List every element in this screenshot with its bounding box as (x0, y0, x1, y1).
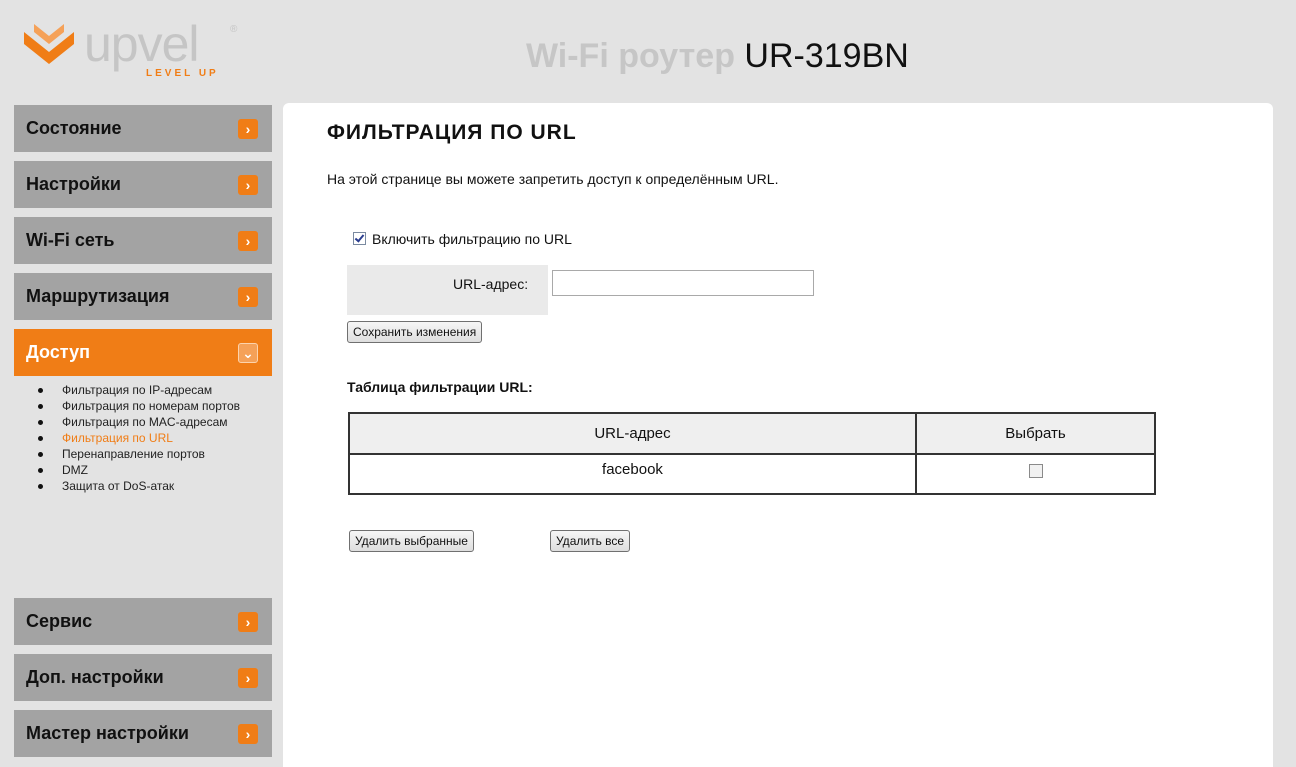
url-filter-table: URL-адрес Выбрать facebook (348, 412, 1156, 495)
submenu-item-dmz[interactable]: DMZ (14, 463, 272, 478)
page-description: На этой странице вы можете запретить дос… (327, 171, 779, 187)
table-cell-url: facebook (348, 453, 917, 495)
main-content: ФИЛЬТРАЦИЯ ПО URL На этой странице вы мо… (283, 103, 1273, 767)
enable-url-filter-checkbox[interactable] (353, 232, 366, 245)
sidebar-item-service[interactable]: Сервис › (14, 598, 272, 645)
submenu-item-dos-protection[interactable]: Защита от DoS-атак (14, 479, 272, 494)
save-button[interactable]: Сохранить изменения (347, 321, 483, 343)
bullet-icon (38, 452, 43, 457)
submenu-item-label: Фильтрация по номерам портов (62, 399, 241, 413)
sidebar-item-label: Мастер настройки (26, 723, 189, 743)
table-row: facebook (348, 453, 1156, 495)
sidebar-item-advanced[interactable]: Доп. настройки › (14, 654, 272, 701)
submenu-item-label: Фильтрация по MAC-адресам (62, 415, 228, 429)
logo-chevron-icon (24, 24, 74, 64)
bullet-icon (38, 468, 43, 473)
bullet-icon (38, 436, 43, 441)
sidebar-item-wifi[interactable]: Wi-Fi сеть › (14, 217, 272, 264)
table-cell-select (915, 453, 1156, 495)
sidebar-item-label: Доп. настройки (26, 667, 164, 687)
delete-all-button[interactable]: Удалить все (550, 530, 631, 552)
logo-word: upvel (84, 16, 200, 72)
chevron-right-icon: › (238, 287, 258, 307)
sidebar-item-label: Настройки (26, 174, 121, 194)
logo-tagline: LEVEL UP (146, 68, 219, 79)
table-title: Таблица фильтрации URL: (347, 379, 533, 395)
submenu-item-label: Перенаправление портов (62, 447, 205, 461)
delete-selected-button[interactable]: Удалить выбранные (349, 530, 474, 552)
sidebar-item-routing[interactable]: Маршрутизация › (14, 273, 272, 320)
row-select-checkbox[interactable] (1028, 464, 1043, 478)
chevron-right-icon: › (238, 724, 258, 744)
submenu-item-label: Защита от DoS-атак (62, 479, 175, 493)
sidebar-item-status[interactable]: Состояние › (14, 105, 272, 152)
url-input[interactable] (552, 270, 814, 296)
sidebar-item-label: Сервис (26, 611, 93, 631)
sidebar-item-settings[interactable]: Настройки › (14, 161, 272, 208)
chevron-right-icon: › (238, 119, 258, 139)
table-header-select: Выбрать (915, 412, 1156, 455)
chevron-right-icon: › (238, 612, 258, 632)
chevron-right-icon: › (238, 175, 258, 195)
chevron-right-icon: › (238, 231, 258, 251)
enable-url-filter-label: Включить фильтрацию по URL (372, 231, 572, 247)
table-header-url: URL-адрес (348, 412, 917, 455)
url-label-cell: URL-адрес: (347, 265, 548, 315)
bullet-icon (38, 484, 43, 489)
device-title-prefix: Wi-Fi роутер (526, 37, 735, 75)
access-submenu: Фильтрация по IP-адресам Фильтрация по н… (14, 383, 272, 495)
chevron-down-icon: ⌄ (238, 343, 258, 363)
sidebar-item-label: Wi-Fi сеть (26, 230, 115, 250)
table-header-row: URL-адрес Выбрать (348, 412, 1156, 455)
device-model: UR-319BN (744, 37, 909, 75)
bullet-icon (38, 420, 43, 425)
submenu-item-mac-filter[interactable]: Фильтрация по MAC-адресам (14, 415, 272, 430)
submenu-item-port-forwarding[interactable]: Перенаправление портов (14, 447, 272, 462)
submenu-item-url-filter[interactable]: Фильтрация по URL (14, 431, 272, 446)
submenu-item-label: Фильтрация по IP-адресам (62, 383, 213, 397)
bullet-icon (38, 388, 43, 393)
sidebar-item-wizard[interactable]: Мастер настройки › (14, 710, 272, 757)
submenu-item-label: Фильтрация по URL (62, 431, 173, 445)
upvel-logo[interactable]: upvel ® LEVEL UP (22, 16, 262, 80)
chevron-right-icon: › (238, 668, 258, 688)
logo-registered-mark: ® (230, 24, 238, 35)
submenu-item-port-filter[interactable]: Фильтрация по номерам портов (14, 399, 272, 414)
sidebar-item-label: Маршрутизация (26, 286, 170, 306)
sidebar-item-label: Состояние (26, 118, 122, 138)
page-title: ФИЛЬТРАЦИЯ ПО URL (327, 121, 577, 144)
submenu-item-label: DMZ (62, 463, 88, 477)
sidebar-item-access[interactable]: Доступ ⌄ (14, 329, 272, 376)
header: upvel ® LEVEL UP Wi-Fi роутер UR-319BN (0, 0, 1296, 100)
device-title: Wi-Fi роутер UR-319BN (526, 36, 909, 76)
submenu-item-ip-filter[interactable]: Фильтрация по IP-адресам (14, 383, 272, 398)
enable-url-filter-row: Включить фильтрацию по URL (353, 231, 572, 247)
url-label: URL-адрес: (453, 276, 529, 292)
sidebar-item-label: Доступ (26, 342, 90, 362)
bullet-icon (38, 404, 43, 409)
